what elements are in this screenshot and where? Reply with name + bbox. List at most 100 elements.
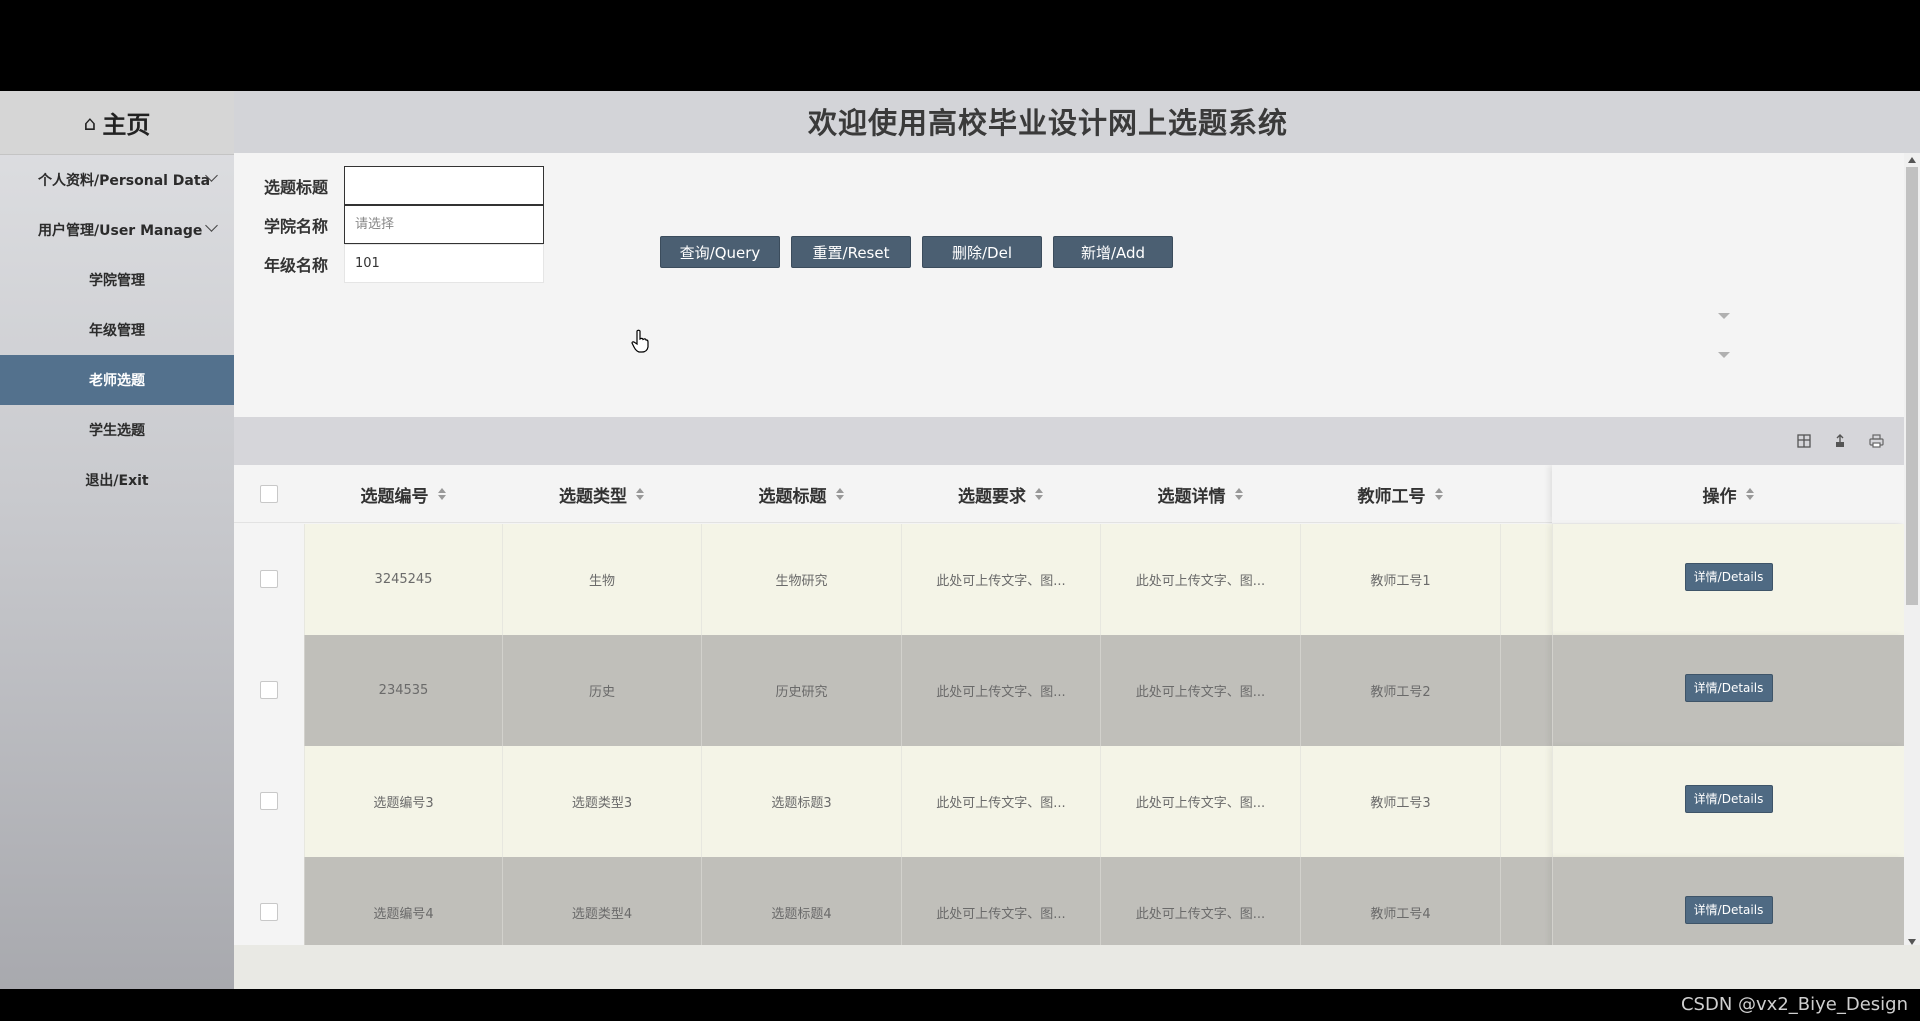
table-header: 选题编号 选题类型 选题标题 选题要求 选题详情 教师工号 操作 <box>234 465 1904 523</box>
cell-requirement: 此处可上传文字、图... <box>901 746 1100 857</box>
cell-type: 生物 <box>502 524 701 635</box>
cell-teacher: 教师工号4 <box>1300 857 1500 945</box>
grade-field-label: 年级名称 <box>264 255 329 275</box>
page-title: 欢迎使用高校毕业设计网上选题系统 <box>807 106 1288 140</box>
cell-code: 选题编号4 <box>304 857 502 945</box>
app-window: ⌂ 主页 个人资料/Personal Data 用户管理/User Manage… <box>0 91 1920 989</box>
home-icon: ⌂ <box>83 110 97 135</box>
sort-icon <box>1035 488 1043 500</box>
column-header-actions[interactable]: 操作 <box>1552 465 1904 523</box>
menu-group-user-manage[interactable]: 用户管理/User Manage <box>0 205 234 255</box>
top-black-bar <box>0 0 1920 91</box>
scroll-up-icon[interactable] <box>1908 157 1916 163</box>
row-select-cell <box>234 635 304 746</box>
column-header-code[interactable]: 选题编号 <box>304 465 502 523</box>
cell-spacer <box>1500 746 1552 857</box>
query-button[interactable]: 查询/Query <box>660 236 780 268</box>
cell-actions: 详情/Details <box>1552 857 1904 945</box>
vertical-scrollbar[interactable] <box>1904 153 1920 949</box>
add-button[interactable]: 新增/Add <box>1053 236 1173 268</box>
grade-field-row: 年级名称 101 <box>264 244 544 283</box>
college-field-label: 学院名称 <box>264 216 329 236</box>
cell-teacher: 教师工号1 <box>1300 524 1500 635</box>
details-button[interactable]: 详情/Details <box>1684 784 1773 813</box>
grade-dropdown-caret-icon[interactable] <box>1718 352 1730 358</box>
title-field-row: 选题标题 <box>264 166 544 205</box>
table-row: 234535 历史 历史研究 此处可上传文字、图... 此处可上传文字、图...… <box>234 635 1904 746</box>
sidebar-item-teacher-topics[interactable]: 老师选题 <box>0 355 234 405</box>
cell-details: 此处可上传文字、图... <box>1100 857 1300 945</box>
title-input[interactable] <box>344 166 544 205</box>
cell-type: 选题类型3 <box>502 746 701 857</box>
cell-code: 234535 <box>304 635 502 746</box>
cell-teacher: 教师工号2 <box>1300 635 1500 746</box>
table-row: 3245245 生物 生物研究 此处可上传文字、图... 此处可上传文字、图..… <box>234 524 1904 635</box>
sidebar-item-student-topics[interactable]: 学生选题 <box>0 405 234 455</box>
scrollbar-thumb[interactable] <box>1906 167 1918 605</box>
college-select[interactable] <box>344 205 544 244</box>
cell-spacer <box>1500 635 1552 746</box>
chevron-down-icon <box>205 219 218 232</box>
print-icon[interactable] <box>1868 433 1884 449</box>
sort-icon <box>1745 488 1754 500</box>
watermark: CSDN @vx2_Biye_Design <box>1680 994 1908 1015</box>
cell-details: 此处可上传文字、图... <box>1100 746 1300 857</box>
cell-spacer <box>1500 857 1552 945</box>
export-icon[interactable] <box>1832 433 1848 449</box>
cell-actions: 详情/Details <box>1552 524 1904 635</box>
college-dropdown-caret-icon[interactable] <box>1718 313 1730 319</box>
row-checkbox[interactable] <box>260 570 278 588</box>
sort-icon <box>835 488 844 500</box>
column-header-teacher[interactable]: 教师工号 <box>1300 465 1500 523</box>
page-footer <box>234 945 1920 989</box>
title-field-label: 选题标题 <box>264 177 329 197</box>
sidebar-item-label: 年级管理 <box>89 323 145 339</box>
row-checkbox[interactable] <box>260 681 278 699</box>
sidebar-item-college-manage[interactable]: 学院管理 <box>0 255 234 305</box>
column-header-title[interactable]: 选题标题 <box>701 465 901 523</box>
page-header: 欢迎使用高校毕业设计网上选题系统 <box>234 91 1920 153</box>
action-buttons: 查询/Query 重置/Reset 删除/Del 新增/Add <box>660 236 1173 268</box>
cell-title: 选题标题3 <box>701 746 901 857</box>
select-all-checkbox[interactable] <box>260 485 278 503</box>
row-select-cell <box>234 524 304 635</box>
details-button[interactable]: 详情/Details <box>1684 562 1773 591</box>
table-row: 选题编号3 选题类型3 选题标题3 此处可上传文字、图... 此处可上传文字、图… <box>234 746 1904 857</box>
cell-title: 历史研究 <box>701 635 901 746</box>
bottom-black-bar: CSDN @vx2_Biye_Design <box>0 989 1920 1021</box>
cell-title: 生物研究 <box>701 524 901 635</box>
cell-details: 此处可上传文字、图... <box>1100 524 1300 635</box>
row-checkbox[interactable] <box>260 903 278 921</box>
cell-requirement: 此处可上传文字、图... <box>901 857 1100 945</box>
sort-icon <box>1434 488 1443 500</box>
reset-button[interactable]: 重置/Reset <box>791 236 911 268</box>
menu-group-label: 用户管理/User Manage <box>38 223 203 239</box>
sidebar-item-exit[interactable]: 退出/Exit <box>0 455 234 505</box>
home-link[interactable]: ⌂ 主页 <box>0 91 234 155</box>
columns-icon[interactable] <box>1796 433 1812 449</box>
row-select-cell <box>234 857 304 945</box>
cell-title: 选题标题4 <box>701 857 901 945</box>
details-button[interactable]: 详情/Details <box>1684 895 1773 924</box>
cell-actions: 详情/Details <box>1552 635 1904 746</box>
hand-cursor-icon <box>631 329 649 353</box>
cell-requirement: 此处可上传文字、图... <box>901 524 1100 635</box>
sidebar-item-grade-manage[interactable]: 年级管理 <box>0 305 234 355</box>
cell-type: 历史 <box>502 635 701 746</box>
cell-code: 选题编号3 <box>304 746 502 857</box>
column-header-type[interactable]: 选题类型 <box>502 465 701 523</box>
sort-icon <box>636 488 644 500</box>
column-header-details[interactable]: 选题详情 <box>1100 465 1300 523</box>
cell-details: 此处可上传文字、图... <box>1100 635 1300 746</box>
grade-select[interactable]: 101 <box>344 244 544 283</box>
sidebar-item-label: 退出/Exit <box>85 473 149 489</box>
row-select-cell <box>234 746 304 857</box>
details-button[interactable]: 详情/Details <box>1684 673 1773 702</box>
menu-group-label: 个人资料/Personal Data <box>38 173 211 189</box>
menu-group-personal-data[interactable]: 个人资料/Personal Data <box>0 155 234 205</box>
cell-code: 3245245 <box>304 524 502 635</box>
topics-table: 选题编号 选题类型 选题标题 选题要求 选题详情 教师工号 操作 3245245… <box>234 465 1904 945</box>
column-header-requirement[interactable]: 选题要求 <box>901 465 1100 523</box>
row-checkbox[interactable] <box>260 792 278 810</box>
delete-button[interactable]: 删除/Del <box>922 236 1042 268</box>
